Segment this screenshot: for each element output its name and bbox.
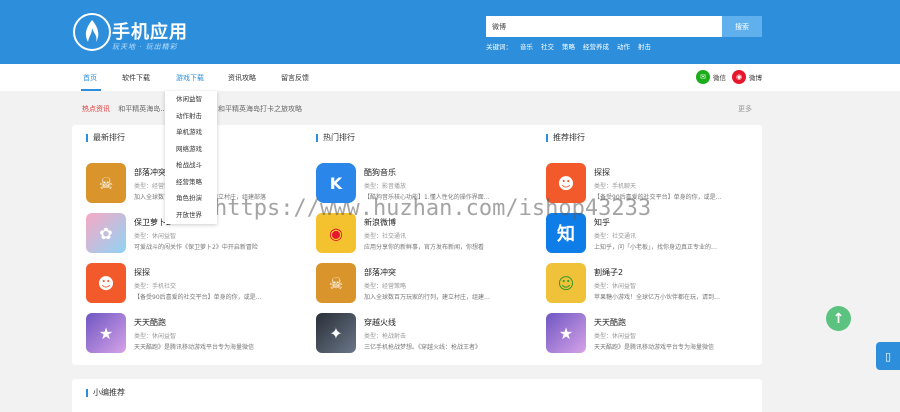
site-title[interactable]: 手机应用 [112, 18, 188, 44]
app-name[interactable]: 部落冲突 [364, 267, 396, 278]
dropdown-item[interactable]: 网络游戏 [165, 141, 217, 158]
nav-home[interactable]: 首页 [83, 73, 97, 83]
app-name[interactable]: 天天酷跑 [134, 317, 166, 328]
dropdown-item[interactable]: 动作射击 [165, 108, 217, 125]
dropdown-item[interactable]: 枪战战斗 [165, 157, 217, 174]
app-name[interactable]: 部落冲突 [134, 167, 166, 178]
editor-pick-panel: 小编推荐 [72, 379, 762, 412]
column-title: 热门排行 [316, 132, 355, 143]
app-name[interactable]: 探探 [134, 267, 150, 278]
hot-news-link[interactable]: 和平精英海岛... [118, 105, 167, 113]
app-type: 类型：枪战射击 [364, 333, 407, 340]
app-desc: 可爱战斗的闯关作《保卫萝卜2》中开启新冒险 [134, 244, 258, 251]
app-type: 类型：影音播放 [364, 183, 407, 190]
app-desc: 苹果糖小游戏！全球亿万小伙伴都在玩，请到… [594, 294, 721, 301]
column-title: 推荐排行 [546, 132, 585, 143]
app-type: 类型：经营策略 [364, 283, 407, 290]
panel-title: 小编推荐 [86, 387, 125, 398]
clash-icon: ☠ [316, 263, 356, 303]
column-title: 最新排行 [86, 132, 125, 143]
clash-icon: ☠ [86, 163, 126, 203]
share-weibo[interactable]: ◉ 微博 [732, 70, 762, 84]
nav-games[interactable]: 游戏下载 [176, 73, 204, 83]
app-type: 类型：休闲益智 [594, 333, 637, 340]
app-name[interactable]: 酷狗音乐 [364, 167, 396, 178]
app-item[interactable]: ★ 天天酷跑 类型：休闲益智 天天酷跑》是腾讯移动游戏平台专为海量微信 [86, 313, 296, 357]
arrow-up-icon: ↑ [832, 310, 845, 327]
app-name[interactable]: 穿越火线 [364, 317, 396, 328]
back-to-top-button[interactable]: ↑ [826, 306, 851, 331]
app-name[interactable]: 天天酷跑 [594, 317, 626, 328]
wechat-icon: ✉ [696, 70, 710, 84]
ranking-column-hot: 热门排行 K 酷狗音乐 类型：影音播放 【酷狗音乐核心功能】1.懂人性化的操作界… [302, 125, 532, 365]
dropdown-item[interactable]: 单机游戏 [165, 124, 217, 141]
phone-icon: ▯ [884, 349, 892, 363]
app-desc: 上知乎，问「小老板」，找你身边真正专业的… [594, 244, 718, 251]
share-wechat-label: 微信 [713, 74, 726, 82]
keyword-link[interactable]: 动作 [617, 41, 630, 51]
app-item[interactable]: ★ 天天酷跑 类型：休闲益智 天天酷跑》是腾讯移动游戏平台专为海量微信 [546, 313, 756, 357]
app-item[interactable]: ✦ 穿越火线 类型：枪战射击 三亿手机枪战梦想。《穿越火线：枪战王者》 [316, 313, 526, 357]
games-dropdown-menu: 休闲益智 动作射击 单机游戏 网络游戏 枪战战斗 经营策略 角色扮演 开放世界 [165, 91, 217, 224]
keyword-link[interactable]: 社交 [541, 41, 554, 51]
watermark-text: https://www.huzhan.com/ishop43233 [214, 196, 652, 221]
hot-news: 热点资讯 和平精英海岛... [82, 104, 167, 114]
nav-software[interactable]: 软件下载 [122, 73, 150, 83]
nav-active-indicator [81, 89, 101, 91]
parkour-icon: ★ [86, 313, 126, 353]
dropdown-item[interactable]: 休闲益智 [165, 91, 217, 108]
cf-icon: ✦ [316, 313, 356, 353]
app-name[interactable]: 割绳子2 [594, 267, 623, 278]
app-item[interactable]: ☠ 部落冲突 类型：经营策略 加入全球数百万玩家的行列，建立村庄，组建… [316, 263, 526, 307]
keywords-label: 关键词： [486, 43, 512, 51]
site-header: 手机应用 玩天地 · 玩出精彩 搜索 关键词： 音乐 社交 策略 经营养成 动作… [0, 0, 900, 64]
keyword-link[interactable]: 音乐 [520, 41, 533, 51]
mobile-version-button[interactable]: ▯ [876, 342, 900, 370]
app-desc: 【备受90后喜爱的社交平台】单身的你，或是… [134, 294, 262, 301]
logo-flame-icon[interactable] [72, 12, 112, 52]
search-button[interactable]: 搜索 [722, 16, 762, 37]
dropdown-item[interactable]: 经营策略 [165, 174, 217, 191]
app-type: 类型：手机社交 [134, 283, 177, 290]
parkour-icon: ★ [546, 313, 586, 353]
app-type: 类型：社交通讯 [364, 233, 407, 240]
app-desc: 天天酷跑》是腾讯移动游戏平台专为海量微信 [134, 344, 255, 351]
carrot-icon: ✿ [86, 213, 126, 253]
keyword-link[interactable]: 策略 [562, 41, 575, 51]
app-item[interactable]: ☻ 探探 类型：手机社交 【备受90后喜爱的社交平台】单身的你，或是… [86, 263, 296, 307]
app-type: 类型：手机聊天 [594, 183, 637, 190]
app-desc: 三亿手机枪战梦想。《穿越火线：枪战王者》 [364, 344, 482, 351]
cut-rope-icon: ☺ [546, 263, 586, 303]
app-desc: 加入全球数百万玩家的行列，建立村庄，组建… [364, 294, 491, 301]
share-wechat[interactable]: ✉ 微信 [696, 70, 726, 84]
app-desc: 应用分享你的新鲜事，官方发布新闻，你想看 [364, 244, 485, 251]
ranking-column-recommended: 推荐排行 ☻ 探探 类型：手机聊天 【备受90后喜爱的社交平台】单身的你，或是…… [532, 125, 762, 365]
app-name[interactable]: 探探 [594, 167, 610, 178]
app-type: 类型：休闲益智 [134, 233, 177, 240]
main-nav: 首页 软件下载 游戏下载 资讯攻略 留言反馈 [0, 64, 900, 91]
hot-news-link[interactable]: 和平精英海岛打卡之旅攻略 [218, 104, 302, 114]
app-type: 类型：休闲益智 [134, 333, 177, 340]
keyword-list: 关键词： 音乐 社交 策略 经营养成 动作 射击 [486, 41, 651, 51]
weibo-icon: ◉ [732, 70, 746, 84]
search-input[interactable] [486, 16, 722, 37]
hot-news-more[interactable]: 更多 [738, 104, 752, 114]
hot-news-label: 热点资讯 [82, 105, 110, 113]
dropdown-item[interactable]: 开放世界 [165, 207, 217, 224]
app-item[interactable]: ☺ 割绳子2 类型：休闲益智 苹果糖小游戏！全球亿万小伙伴都在玩，请到… [546, 263, 756, 307]
app-desc: 天天酷跑》是腾讯移动游戏平台专为海量微信 [594, 344, 715, 351]
tantan-icon: ☻ [86, 263, 126, 303]
share-weibo-label: 微博 [749, 74, 762, 82]
app-type: 类型：休闲益智 [594, 283, 637, 290]
nav-news[interactable]: 资讯攻略 [228, 73, 256, 83]
site-slogan: 玩天地 · 玩出精彩 [112, 43, 178, 51]
keyword-link[interactable]: 经营养成 [583, 41, 609, 51]
dropdown-item[interactable]: 角色扮演 [165, 190, 217, 207]
app-type: 类型：社交通讯 [594, 233, 637, 240]
nav-feedback[interactable]: 留言反馈 [281, 73, 309, 83]
keyword-link[interactable]: 射击 [638, 41, 651, 51]
